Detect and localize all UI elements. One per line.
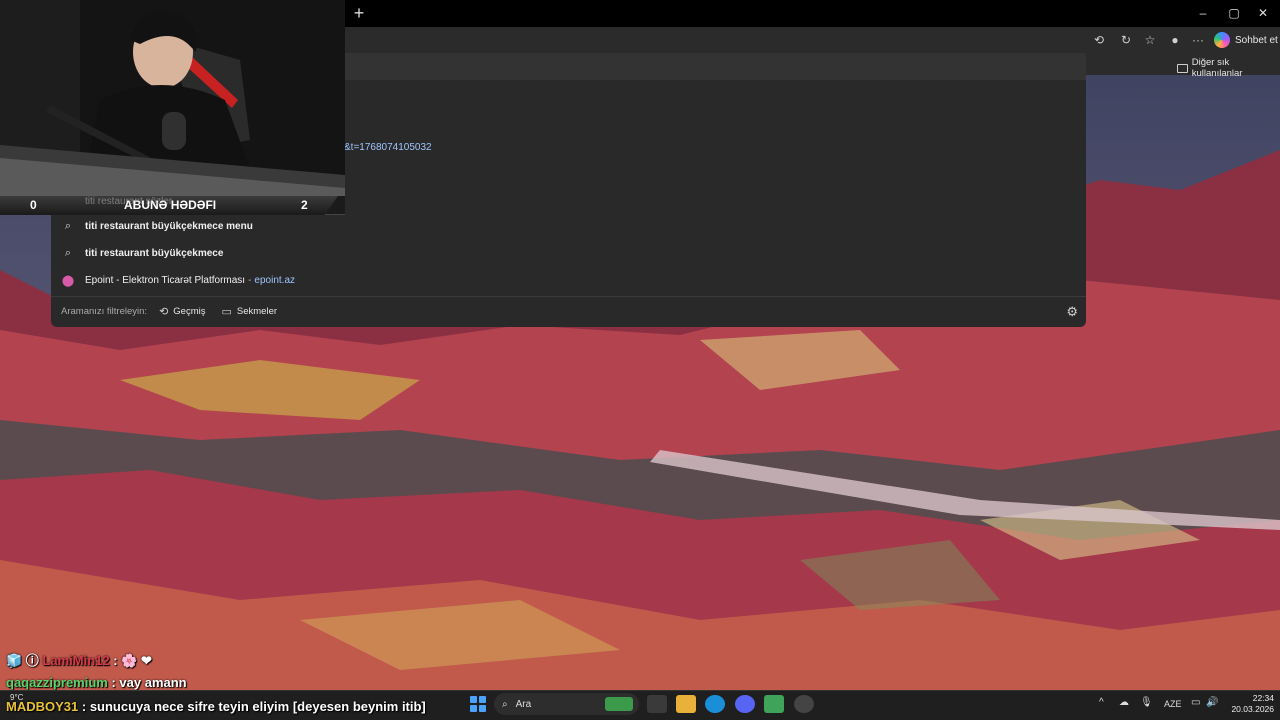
subscriber-goal-current: 0	[30, 198, 37, 212]
minimize-button[interactable]: –	[1186, 0, 1220, 27]
chat-username: qaqazzipremium	[6, 675, 108, 690]
filter-tabs-label: Sekmeler	[236, 306, 278, 317]
other-favorites-label: Diğer sık kullanılanlar	[1191, 57, 1243, 79]
task-view-icon[interactable]	[647, 695, 667, 713]
close-button[interactable]: ✕	[1246, 0, 1280, 27]
language-indicator[interactable]: AZE	[1164, 699, 1182, 709]
start-button[interactable]	[470, 696, 486, 712]
other-favorites-button[interactable]: Diğer sık kullanılanlar	[1177, 57, 1280, 79]
pin-icon: ⬤	[61, 274, 75, 287]
suggestion-text: titi restaurant büyükçekmece	[85, 247, 224, 259]
filter-history-button[interactable]: ⟲ Geçmiş	[159, 305, 205, 318]
chat-text: vay amann	[119, 675, 187, 690]
gear-icon[interactable]: ⚙	[1066, 304, 1078, 320]
file-explorer-icon[interactable]	[676, 695, 696, 713]
site-domain: epoint.az	[254, 274, 296, 286]
suggestion-text: titi restaurant büyükçekmece menu	[85, 220, 253, 232]
tray-chevron-icon[interactable]: ^	[1099, 697, 1104, 708]
discord-icon[interactable]	[735, 695, 755, 713]
search-icon: ⌕	[64, 246, 72, 259]
subscriber-goal-bar: 0 ABUNƏ HƏDƏFI 2	[0, 196, 345, 215]
search-highlight-icon	[605, 697, 633, 711]
url-fragment-text: &t=1768074105032	[344, 142, 432, 153]
chat-text: sunucuya nece sifre teyin eliyim [deyese…	[89, 699, 426, 714]
cloud-icon[interactable]: ☁	[1119, 697, 1129, 708]
copilot-icon	[1214, 32, 1230, 48]
chat-username: LamiMin12	[42, 653, 110, 668]
suggestion-item[interactable]: ⌕ titi restaurant büyükçekmece	[51, 240, 1086, 266]
reading-view-icon[interactable]: ↻	[1117, 31, 1135, 49]
copilot-chat-button[interactable]: Sohbet et	[1214, 30, 1278, 50]
clock-date: 20.03.2026	[1231, 704, 1274, 714]
more-icon[interactable]: ···	[1189, 31, 1207, 49]
chat-message: MADBOY31 : sunucuya nece sifre teyin eli…	[6, 699, 426, 714]
volume-icon[interactable]: 🔊	[1206, 697, 1218, 708]
microphone-icon[interactable]: 🎙	[1140, 697, 1153, 708]
chat-text: 🌸 ❤	[121, 653, 152, 668]
taskbar-search[interactable]: ⌕ Ara	[494, 693, 639, 715]
profile-badge-icon[interactable]: ●	[1166, 31, 1184, 49]
history-icon: ⟲	[159, 306, 169, 318]
app-cube-icon[interactable]	[764, 695, 784, 713]
folder-icon	[1177, 63, 1188, 73]
taskbar-search-placeholder: Ara	[515, 698, 532, 710]
tabs-icon: ▭	[221, 306, 232, 318]
search-icon: ⌕	[502, 698, 508, 710]
filter-tabs-button[interactable]: ▭ Sekmeler	[221, 305, 277, 318]
edge-icon[interactable]	[705, 695, 725, 713]
site-title: Epoint - Elektron Ticarət Platforması	[85, 274, 246, 286]
suggestion-item[interactable]: ⌕ titi restaurant büyükçekmece menu	[51, 213, 1086, 239]
webcam-overlay	[0, 0, 345, 196]
site-separator: -	[248, 274, 252, 286]
filter-label: Aramanızı filtreleyin:	[61, 306, 148, 317]
network-icon[interactable]: ▭	[1191, 697, 1200, 708]
obs-icon[interactable]	[794, 695, 814, 713]
chat-message: 🧊 ⓘ LamiMin12 : 🌸 ❤	[6, 653, 152, 668]
extensions-icon[interactable]: ⟲	[1090, 31, 1108, 49]
filter-history-label: Geçmiş	[173, 306, 206, 317]
subscriber-goal-target: 2	[301, 198, 308, 212]
chat-badges: 🧊 ⓘ	[6, 653, 39, 668]
search-icon: ⌕	[64, 219, 72, 232]
site-suggestion-item[interactable]: ⬤ Epoint - Elektron Ticarət Platforması …	[51, 267, 1086, 293]
chat-message: qaqazzipremium : vay amann	[6, 675, 187, 690]
new-tab-button[interactable]: +	[348, 2, 370, 24]
chat-username: MADBOY31	[6, 699, 79, 714]
favorites-icon[interactable]: ☆	[1141, 31, 1159, 49]
hidden-suggestion-text: titi restaurant sözler	[85, 196, 173, 207]
search-filter-row: Aramanızı filtreleyin: ⟲ Geçmiş ▭ Sekmel…	[51, 296, 1086, 326]
taskbar-clock[interactable]: 22:34 20.03.2026	[1228, 693, 1274, 715]
copilot-label: Sohbet et	[1235, 34, 1278, 46]
clock-time: 22:34	[1252, 693, 1274, 703]
